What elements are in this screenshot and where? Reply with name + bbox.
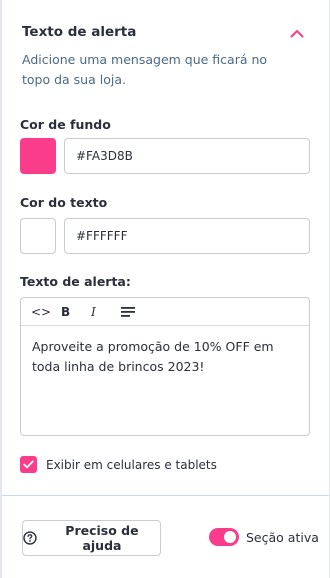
collapse-button[interactable] [288, 24, 306, 42]
align-lines-glyph [121, 306, 135, 317]
check-icon [23, 460, 34, 469]
background-color-swatch[interactable] [20, 138, 56, 174]
section-active-toggle[interactable] [209, 528, 239, 546]
text-color-label: Cor do texto [20, 195, 108, 210]
help-button-label: Preciso de ajuda [65, 523, 139, 553]
align-icon[interactable] [121, 300, 151, 324]
footer-divider [2, 495, 329, 496]
alert-text-content[interactable]: Aproveite a promoção de 10% OFF em toda … [21, 326, 309, 388]
section-description: Adicione uma mensagem que ficará no topo… [22, 52, 268, 87]
panel-left-border [0, 0, 2, 578]
background-color-input[interactable] [64, 138, 310, 174]
alert-text-label: Texto de alerta: [20, 274, 131, 289]
mobile-display-checkbox-row[interactable]: Exibir em celulares e tablets [20, 456, 217, 473]
section-title: Texto de alerta [22, 24, 137, 40]
section-active-label: Seção ativa [246, 529, 319, 545]
toggle-knob [224, 531, 236, 543]
chevron-up-icon [290, 29, 304, 37]
mobile-display-label: Exibir em celulares e tablets [46, 457, 217, 472]
italic-icon[interactable]: I [91, 300, 121, 324]
text-color-input[interactable] [64, 218, 310, 254]
alert-text-editor: <> B I Aproveite a promoção de 10% OFF e… [20, 297, 310, 436]
mobile-display-checkbox[interactable] [20, 456, 37, 473]
text-color-swatch[interactable] [20, 218, 56, 254]
background-color-label: Cor de fundo [20, 117, 111, 132]
editor-toolbar: <> B I [21, 298, 309, 326]
help-button[interactable]: Preciso de ajuda [22, 520, 161, 556]
help-icon [23, 531, 37, 545]
bold-icon[interactable]: B [61, 300, 91, 324]
code-icon[interactable]: <> [31, 300, 61, 324]
alert-settings-panel: Texto de alerta Adicione uma mensagem qu… [0, 0, 330, 578]
section-active-toggle-row[interactable]: Seção ativa [209, 528, 319, 546]
